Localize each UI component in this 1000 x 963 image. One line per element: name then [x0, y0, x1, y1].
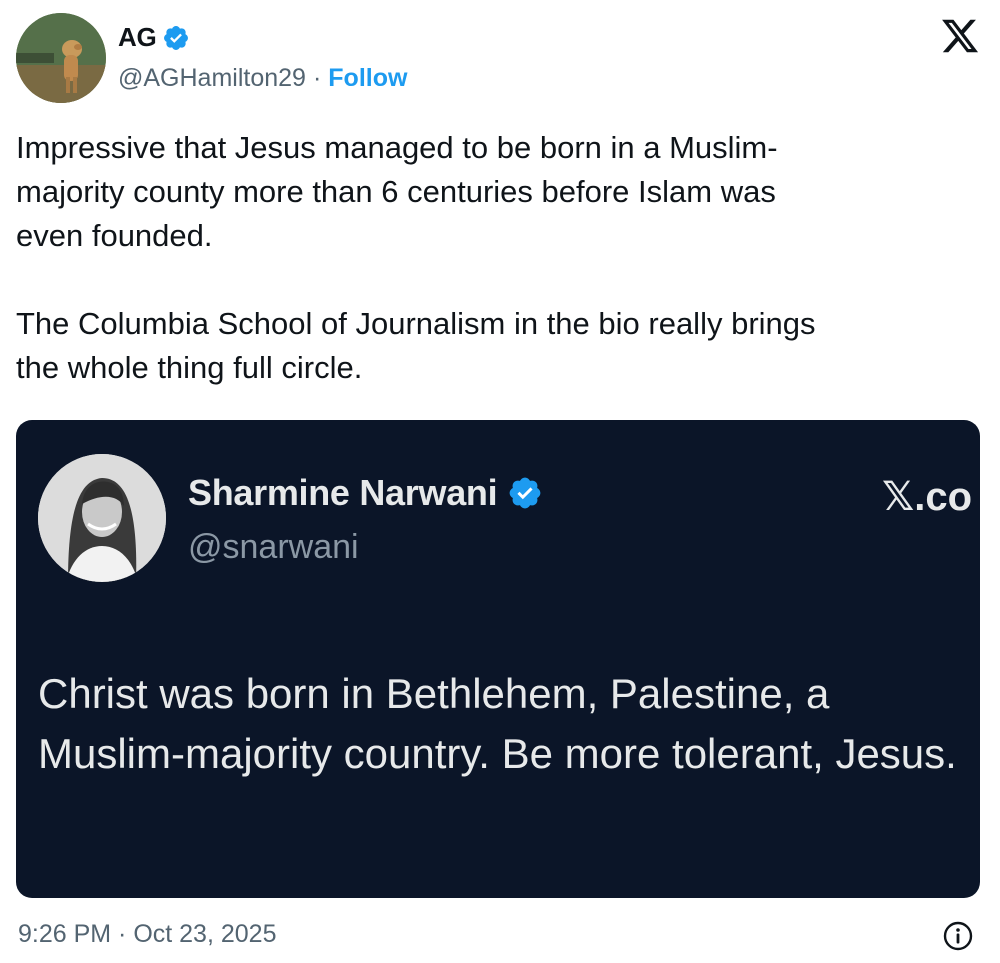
author-name-row: AG — [118, 22, 190, 53]
info-circle-icon[interactable] — [942, 920, 974, 952]
quoted-brand-text: 𝕏.co — [882, 475, 973, 519]
quoted-text: Christ was born in Bethlehem, Palestine,… — [38, 670, 957, 777]
separator-dot: · — [312, 64, 322, 92]
verified-badge-icon — [507, 475, 543, 511]
tweet-paragraph-1: Impressive that Jesus managed to be born… — [16, 130, 778, 253]
tweet-paragraph-2: The Columbia School of Journalism in the… — [16, 306, 816, 385]
author-display-name[interactable]: AG — [118, 22, 157, 53]
author-handle[interactable]: @AGHamilton29 — [118, 64, 306, 93]
verified-badge-icon — [162, 24, 190, 52]
portrait-avatar-icon — [38, 454, 166, 582]
quoted-tweet-image[interactable]: Sharmine Narwani @snarwani 𝕏.co Christ w… — [16, 420, 980, 898]
follow-button[interactable]: Follow — [328, 64, 407, 93]
dog-photo-avatar-icon — [16, 13, 106, 103]
tweet-timestamp[interactable]: 9:26 PM · Oct 23, 2025 — [18, 920, 276, 949]
tweet-text: Impressive that Jesus managed to be born… — [16, 126, 976, 390]
quoted-handle: @snarwani — [188, 528, 359, 566]
quoted-display-name: Sharmine Narwani — [188, 472, 498, 513]
quoted-author-avatar — [38, 454, 166, 582]
x-logo-icon[interactable] — [940, 16, 980, 56]
quoted-name-row: Sharmine Narwani — [188, 472, 543, 514]
author-handle-row: @AGHamilton29 · Follow — [118, 64, 407, 93]
author-avatar[interactable] — [16, 13, 106, 103]
tweet-card: AG @AGHamilton29 · Follow Impressive tha… — [0, 0, 1000, 963]
